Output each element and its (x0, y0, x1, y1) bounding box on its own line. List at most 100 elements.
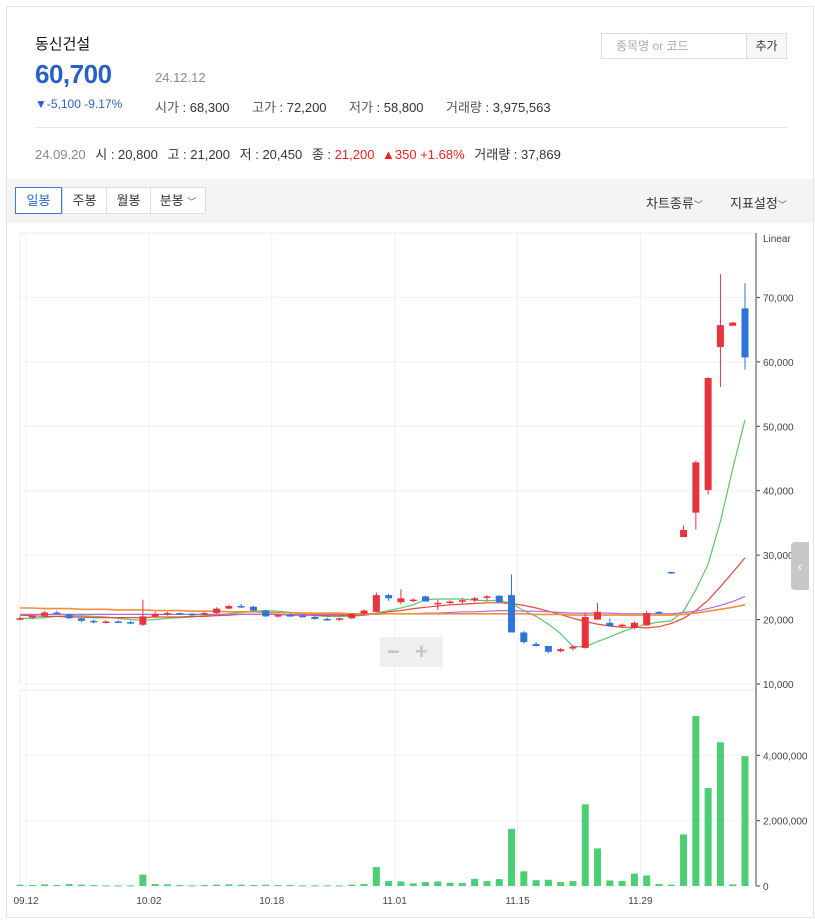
volume-bar (483, 881, 491, 886)
history-change: ▲350 +1.68% (382, 147, 465, 162)
tab-minute[interactable]: 분봉 ﹀ (150, 187, 206, 214)
candle-body (348, 613, 356, 619)
candle-body (360, 610, 368, 614)
volume-bar (630, 873, 638, 886)
price-tick-label: 60,000 (763, 358, 794, 369)
volume-bar (606, 880, 614, 886)
x-tick-label: 11.15 (505, 896, 530, 907)
low-label: 저가 (349, 100, 373, 115)
price-change: ▼-5,100 -9.17% (35, 97, 123, 111)
volume-bar (569, 881, 577, 886)
volume-bar (520, 871, 528, 886)
candle-body (385, 595, 393, 599)
candle-body (557, 649, 565, 652)
open-value: 68,300 (189, 100, 230, 115)
candle-body (16, 618, 24, 620)
volume-bar (348, 884, 356, 886)
collapse-panel-handle[interactable]: ‹ (791, 542, 809, 590)
volume-bar (163, 884, 171, 886)
price-tick-label: 20,000 (763, 616, 794, 627)
volume-bar (508, 828, 516, 886)
indicator-menu[interactable]: 지표설정﹀ (730, 193, 787, 212)
candle-body (692, 462, 700, 513)
candle-body (372, 595, 380, 612)
volume-bar (667, 884, 675, 886)
candle-body (569, 646, 577, 649)
tab-daily[interactable]: 일봉 (15, 187, 62, 214)
volume-bar (532, 880, 540, 886)
volume-pane-border (19, 689, 757, 887)
volume-bar (729, 884, 737, 886)
current-price: 60,700 (35, 59, 112, 89)
price-volume-chart[interactable]: 09.12 10.02 10.18 11.01 11.15 11.29 70,000 60,0… (7, 223, 813, 917)
candle-body (409, 599, 417, 602)
candle-body (323, 618, 331, 621)
zoom-out-button[interactable]: − (387, 639, 400, 665)
candle-body (434, 602, 442, 605)
price-tick-label: 70,000 (763, 293, 794, 304)
divider (35, 127, 787, 128)
candle-body (508, 595, 516, 633)
history-row: 24.09.20 시 : 20,800 고 : 21,200 저 : 20,45… (35, 144, 561, 163)
open-label: 시가 (155, 100, 179, 115)
colon: : (323, 147, 335, 162)
stock-widget: 동신건설 60,700 24.12.12 ▼-5,100 -9.17% 시가 :… (6, 6, 814, 918)
volume-info: 거래량 : 3,975,563 (446, 97, 551, 116)
x-tick-label: 11.29 (628, 896, 653, 907)
volume-bar (90, 885, 98, 887)
colon: : (481, 100, 493, 115)
tab-monthly[interactable]: 월봉 (106, 187, 151, 214)
volume-value: 3,975,563 (492, 100, 551, 115)
volume-bar (16, 884, 24, 886)
candle-body (299, 615, 307, 618)
candle-body (680, 530, 688, 538)
volume-bar (458, 883, 466, 886)
candle-body (422, 596, 430, 602)
volume-bar (557, 882, 565, 886)
candle-body (594, 611, 602, 620)
history-volume: 37,869 (521, 147, 561, 162)
candle-body (65, 614, 73, 619)
colon: : (251, 147, 263, 162)
tab-minute-label: 분봉 (159, 193, 184, 208)
add-button[interactable]: 추가 (746, 33, 787, 59)
volume-bar (176, 885, 184, 887)
zoom-in-button[interactable]: + (415, 639, 428, 665)
candle-body (28, 615, 36, 618)
tab-weekly[interactable]: 주봉 (62, 187, 107, 214)
candle-body (483, 596, 491, 598)
chart-type-label: 차트종류 (646, 196, 694, 211)
candle-body (618, 624, 626, 627)
chart-toolbar: 일봉 주봉 월봉 분봉 ﹀ 차트종류﹀ 지표설정﹀ (7, 179, 813, 223)
volume-bar (409, 883, 417, 886)
high-value: 72,200 (286, 100, 327, 115)
candle-body (311, 616, 319, 619)
volume-bar (41, 884, 49, 886)
stock-name: 동신건설 (35, 36, 91, 53)
price-date: 24.12.12 (155, 70, 206, 85)
candle-body (520, 632, 528, 643)
volume-bar (262, 884, 270, 886)
volume-bar (385, 881, 393, 886)
volume-bar (225, 884, 233, 886)
volume-bar (335, 885, 343, 887)
history-high-label: 고 (167, 147, 180, 162)
x-tick-label: 11.01 (382, 896, 407, 907)
history-low-label: 저 (239, 147, 252, 162)
candle-body (213, 608, 221, 614)
candle-body (237, 606, 245, 608)
candle-body (741, 308, 749, 358)
volume-bar (643, 875, 651, 886)
search-input[interactable]: 종목명 or 코드 (601, 33, 747, 59)
candle-body (544, 645, 552, 652)
candle-body (397, 598, 405, 603)
volume-bar (360, 884, 368, 886)
volume-bar (299, 885, 307, 887)
volume-tick-label: 2,000,000 (763, 817, 808, 828)
chevron-down-icon: ﹀ (777, 200, 787, 210)
candle-body (581, 616, 589, 648)
volume-bar (471, 878, 479, 886)
colon: : (179, 147, 191, 162)
chart-type-menu[interactable]: 차트종류﹀ (646, 193, 703, 212)
chart-area[interactable]: 09.12 10.02 10.18 11.01 11.15 11.29 70,000 60,0… (7, 223, 813, 917)
